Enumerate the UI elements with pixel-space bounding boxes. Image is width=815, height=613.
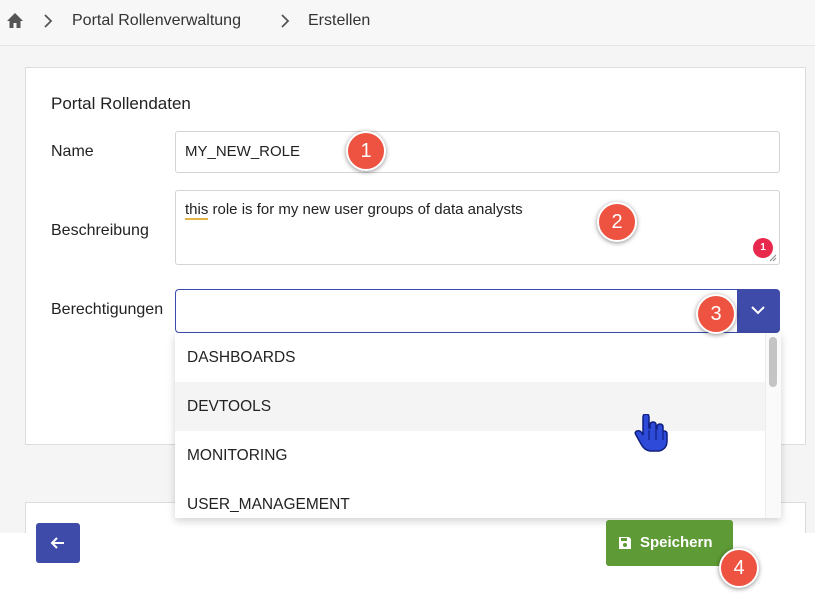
name-label: Name: [51, 143, 94, 160]
description-textarea[interactable]: this role is for my new user groups of d…: [175, 190, 780, 265]
chevron-right-icon: [44, 14, 53, 28]
save-button-label: Speichern: [640, 534, 713, 551]
spellcheck-word: this: [185, 201, 209, 220]
name-input[interactable]: MY_NEW_ROLE: [175, 131, 780, 173]
resize-handle-icon[interactable]: [769, 254, 777, 262]
step-marker-4: 4: [719, 548, 759, 588]
home-icon[interactable]: [6, 12, 24, 30]
arrow-left-icon: [50, 537, 64, 549]
description-label: Beschreibung: [51, 222, 149, 239]
hand-pointer-cursor-icon: [634, 414, 668, 452]
dropdown-option-monitoring[interactable]: MONITORING: [175, 431, 765, 480]
dropdown-option-dashboards[interactable]: DASHBOARDS: [175, 333, 765, 382]
permissions-label: Berechtigungen: [51, 301, 164, 318]
permissions-dropdown-list: DASHBOARDS DEVTOOLS MONITORING USER_MANA…: [175, 333, 781, 518]
breadcrumb-item-erstellen: Erstellen: [308, 12, 371, 29]
dropdown-scrollbar-thumb[interactable]: [769, 337, 777, 387]
back-button[interactable]: [36, 523, 80, 563]
description-text: role is for my new user groups of data a…: [208, 201, 523, 218]
breadcrumb: Portal Rollenverwaltung Erstellen: [0, 0, 815, 46]
save-button[interactable]: Speichern: [606, 520, 733, 566]
permissions-dropdown-button[interactable]: [737, 289, 780, 333]
chevron-down-icon: [751, 306, 765, 315]
step-marker-3: 3: [696, 294, 736, 334]
breadcrumb-item-portal-rollenverwaltung[interactable]: Portal Rollenverwaltung: [72, 12, 241, 30]
grammar-issue-badge[interactable]: 1: [753, 238, 773, 258]
step-marker-1: 1: [346, 131, 386, 171]
floppy-disk-icon: [619, 537, 631, 549]
dropdown-option-devtools[interactable]: DEVTOOLS: [175, 382, 765, 431]
dropdown-option-user-management[interactable]: USER_MANAGEMENT: [175, 480, 765, 518]
permissions-select-input[interactable]: [175, 289, 738, 333]
section-title: Portal Rollendaten: [51, 94, 191, 113]
chevron-right-icon: [281, 14, 290, 28]
step-marker-2: 2: [597, 202, 637, 242]
